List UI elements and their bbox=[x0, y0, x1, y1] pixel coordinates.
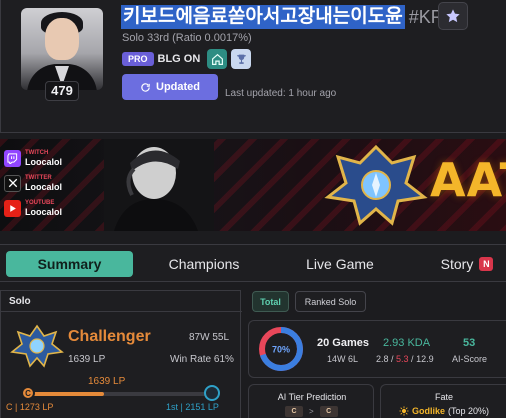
social-handle: Loocalol bbox=[25, 207, 63, 217]
avg-kills: 2.8 bbox=[376, 354, 389, 364]
streamer-banner: TWITCH Loocalol TWITTER Loocalol YOUTUBE… bbox=[0, 139, 506, 231]
lp-progress-track bbox=[26, 392, 212, 396]
last-updated: Last updated: 1 hour ago bbox=[225, 88, 337, 99]
social-twitter[interactable]: TWITTER Loocalol bbox=[4, 174, 62, 192]
lp-range-end: 1st | 2151 LP bbox=[166, 402, 219, 412]
streamer-photo bbox=[104, 139, 214, 231]
kda-ratio: 2.93 KDA bbox=[383, 337, 431, 349]
tab-live-game[interactable]: Live Game bbox=[290, 251, 390, 277]
ladder-rank: Solo 33rd (Ratio 0.0017%) bbox=[122, 32, 252, 44]
social-handle: Loocalol bbox=[25, 182, 63, 192]
social-twitch[interactable]: TWITCH Loocalol bbox=[4, 149, 62, 167]
league-points: 1639 LP bbox=[68, 354, 106, 365]
lp-range-start: C | 1273 LP bbox=[6, 402, 54, 412]
twitch-icon bbox=[4, 149, 21, 167]
sun-icon bbox=[399, 406, 409, 416]
fate-card[interactable]: Fate Godlike (Top 20%) bbox=[380, 384, 506, 418]
player-avatar bbox=[21, 8, 103, 90]
filter-total-button[interactable]: Total bbox=[252, 291, 289, 312]
profile-tabs: Summary Champions Live Game Story N bbox=[0, 244, 506, 282]
update-button-label: Updated bbox=[156, 81, 200, 93]
tab-champions[interactable]: Champions bbox=[152, 251, 256, 277]
win-ratio-donut: 70% bbox=[259, 327, 303, 371]
youtube-icon bbox=[4, 199, 21, 217]
trophy-icon[interactable] bbox=[231, 49, 252, 69]
ai-score-value: 53 bbox=[463, 337, 476, 349]
card-title: Fate bbox=[434, 392, 453, 402]
current-tier-chip: C bbox=[285, 406, 303, 417]
social-handle: Loocalol bbox=[25, 157, 63, 167]
predicted-tier-chip: C bbox=[319, 406, 338, 417]
social-links: TWITCH Loocalol TWITTER Loocalol YOUTUBE… bbox=[4, 149, 62, 217]
avg-assists: 12.9 bbox=[416, 354, 434, 364]
social-youtube[interactable]: YOUTUBE Loocalol bbox=[4, 199, 62, 217]
tab-story[interactable]: Story N bbox=[432, 251, 502, 277]
lp-progress-fill bbox=[26, 392, 105, 396]
banner-brand-text: AATR bbox=[430, 153, 506, 207]
tab-summary[interactable]: Summary bbox=[6, 251, 133, 277]
challenger-crest-icon bbox=[324, 144, 428, 226]
filter-ranked-solo-button[interactable]: Ranked Solo bbox=[295, 291, 366, 312]
challenger-emblem-icon bbox=[10, 324, 64, 368]
ai-score-label: AI-Score bbox=[452, 354, 488, 364]
tier-name: Challenger bbox=[68, 328, 151, 345]
summoner-name: 키보드에음료쏟아서고장내는이도윤 bbox=[121, 5, 405, 29]
tier-start-icon: C bbox=[21, 386, 35, 400]
win-ratio-label: 70% bbox=[272, 345, 290, 355]
new-badge: N bbox=[479, 257, 494, 271]
profile-header: 479 키보드에음료쏟아서고장내는이도윤 #KR1 Solo 33rd (Rat… bbox=[0, 0, 506, 133]
favorite-button[interactable] bbox=[438, 2, 468, 30]
win-rate: Win Rate 61% bbox=[170, 354, 234, 365]
ai-tier-prediction-card[interactable]: AI Tier Prediction C > C bbox=[248, 384, 374, 418]
update-button[interactable]: Updated bbox=[122, 74, 218, 100]
badges-row: PRO BLG ON bbox=[122, 49, 252, 69]
games-win-loss: 14W 6L bbox=[327, 354, 359, 364]
house-icon[interactable] bbox=[207, 49, 228, 69]
x-twitter-icon bbox=[4, 174, 21, 192]
fate-label: Godlike bbox=[412, 406, 446, 416]
lp-progress-marker: 1639 LP bbox=[88, 376, 126, 387]
chevron-right-icon: > bbox=[309, 407, 314, 416]
tab-story-label: Story bbox=[440, 256, 474, 272]
panel-title: Solo bbox=[9, 296, 31, 307]
avg-deaths: 5.3 bbox=[396, 354, 409, 364]
kda-detail: 2.8 / 5.3 / 12.9 bbox=[376, 354, 434, 364]
summoner-level: 479 bbox=[45, 81, 79, 101]
name-row: 키보드에음료쏟아서고장내는이도윤 #KR1 bbox=[121, 4, 454, 30]
win-loss-record: 87W 55L bbox=[189, 332, 230, 343]
star-icon bbox=[446, 9, 460, 23]
refresh-icon bbox=[141, 82, 150, 92]
team-name[interactable]: BLG ON bbox=[158, 53, 201, 65]
fate-detail: (Top 20%) bbox=[448, 406, 490, 416]
card-title: AI Tier Prediction bbox=[277, 392, 347, 402]
pro-badge: PRO bbox=[122, 52, 154, 66]
tier-end-icon bbox=[204, 385, 220, 401]
games-count: 20 Games bbox=[317, 337, 369, 349]
